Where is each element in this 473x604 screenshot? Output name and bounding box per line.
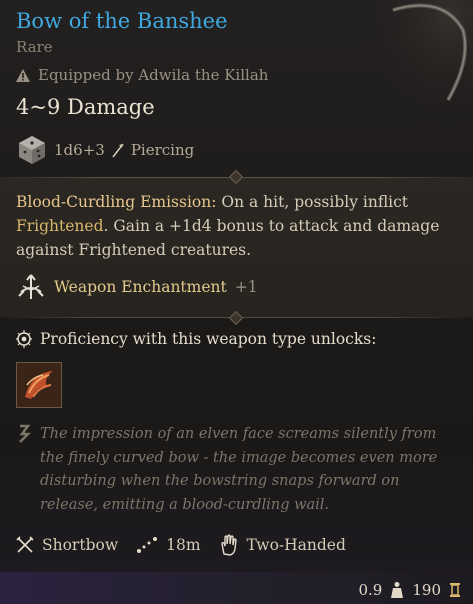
value-amount: 190	[412, 581, 441, 599]
proficiency-header: Proficiency with this weapon type unlock…	[16, 330, 376, 348]
damage-range: 4~9 Damage	[16, 95, 155, 119]
property-range: 18m	[136, 536, 201, 554]
shortbow-icon	[16, 536, 34, 553]
item-name: Bow of the Banshee	[16, 9, 228, 33]
range-label: 18m	[166, 536, 201, 554]
handedness-label: Two-Handed	[246, 536, 346, 554]
quill-icon	[19, 424, 32, 443]
item-tooltip: Bow of the Banshee Rare Equipped by Adwi…	[0, 0, 473, 604]
item-stats: 0.9 190	[359, 581, 462, 599]
equipped-status: Equipped by Adwila the Killah	[16, 66, 268, 84]
weight-icon	[391, 582, 404, 598]
weight-value: 0.9	[358, 581, 383, 599]
flavor-text: The impression of an elven face screams …	[40, 426, 438, 513]
equipped-label: Equipped by Adwila the Killah	[38, 66, 269, 84]
damage-detail: 1d6+3 Piercing	[16, 134, 194, 166]
hand-icon	[220, 534, 237, 556]
passive-description: Blood-Curdling Emission: On a hit, possi…	[16, 190, 456, 262]
die-icon	[19, 136, 45, 164]
range-icon	[137, 537, 158, 553]
arrow-icon	[112, 143, 124, 158]
property-weapon-type: Shortbow	[16, 536, 118, 554]
weapon-enchantment: Weapon Enchantment +1	[16, 272, 258, 302]
bow-art-icon	[353, 0, 473, 150]
enchantment-label: Weapon Enchantment	[54, 278, 227, 296]
passive-text-1: On a hit, possibly inflict	[216, 193, 409, 211]
enchantment-bonus: +1	[234, 278, 258, 296]
passive-name: Blood-Curdling Emission:	[16, 193, 217, 211]
weapon-type-label: Shortbow	[42, 536, 119, 554]
unlock-ability-icon[interactable]	[16, 362, 62, 408]
proficiency-label: Proficiency with this weapon type unlock…	[40, 330, 377, 348]
gold-icon	[450, 583, 460, 597]
property-handedness: Two-Handed	[219, 534, 346, 556]
damage-type: Piercing	[130, 141, 195, 159]
weapon-properties: Shortbow 18m Two-Handed	[16, 534, 364, 556]
proficiency-icon	[16, 330, 32, 348]
enchantment-icon	[18, 274, 44, 299]
item-rarity: Rare	[16, 38, 53, 56]
warning-icon	[16, 68, 30, 82]
condition-link[interactable]: Frightened	[16, 217, 104, 235]
damage-dice: 1d6+3	[54, 141, 105, 159]
